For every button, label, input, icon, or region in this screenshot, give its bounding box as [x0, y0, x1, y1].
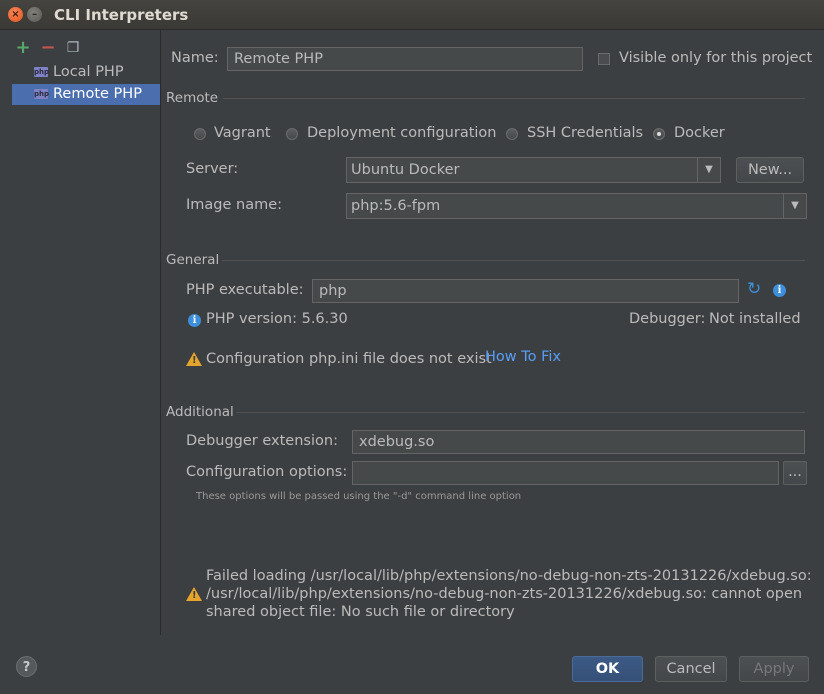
- warning-icon: !: [186, 587, 202, 601]
- warning-icon: !: [186, 352, 202, 366]
- ok-button[interactable]: OK: [572, 656, 643, 682]
- config-warning-text: Configuration php.ini file does not exis…: [206, 351, 492, 367]
- config-options-label: Configuration options:: [186, 464, 348, 480]
- debugger-label: Debugger:: [629, 311, 706, 327]
- general-separator: [222, 260, 805, 261]
- title-bar: × – CLI Interpreters: [0, 0, 824, 30]
- visible-only-checkbox[interactable]: [598, 53, 610, 65]
- info-icon: i: [188, 314, 201, 327]
- ssh-radio[interactable]: [506, 128, 518, 140]
- close-window-icon[interactable]: ×: [8, 7, 23, 22]
- deployment-radio[interactable]: [286, 128, 298, 140]
- vagrant-radio[interactable]: [194, 128, 206, 140]
- tree-item-remote-php[interactable]: php Remote PHP: [12, 84, 160, 105]
- tree-item-label: Remote PHP: [53, 86, 142, 102]
- how-to-fix-link[interactable]: How To Fix: [485, 349, 561, 365]
- remote-section-title: Remote: [166, 90, 219, 106]
- server-label: Server:: [186, 161, 239, 177]
- help-button[interactable]: ?: [16, 656, 37, 677]
- php-executable-input[interactable]: php: [312, 279, 739, 303]
- php-executable-label: PHP executable:: [186, 282, 304, 298]
- chevron-down-icon: ▼: [783, 194, 806, 218]
- apply-button[interactable]: Apply: [739, 656, 809, 682]
- window-title: CLI Interpreters: [54, 6, 189, 24]
- new-server-button[interactable]: New...: [736, 157, 804, 183]
- additional-separator: [236, 412, 805, 413]
- image-name-value: php:5.6-fpm: [351, 198, 441, 214]
- name-input[interactable]: Remote PHP: [227, 47, 583, 71]
- ssh-label[interactable]: SSH Credentials: [527, 125, 643, 141]
- general-section-title: General: [166, 252, 220, 268]
- server-select[interactable]: Ubuntu Docker ▼: [346, 157, 721, 183]
- image-name-label: Image name:: [186, 197, 283, 213]
- php-version-text: PHP version: 5.6.30: [206, 311, 348, 327]
- debugger-extension-label: Debugger extension:: [186, 433, 338, 449]
- error-line-2: /usr/local/lib/php/extensions/no-debug-n…: [206, 586, 803, 602]
- name-label: Name:: [171, 50, 219, 66]
- tree-item-local-php[interactable]: php Local PHP: [12, 62, 160, 83]
- tree-item-label: Local PHP: [53, 64, 124, 80]
- minimize-window-icon[interactable]: –: [27, 7, 42, 22]
- interpreter-list-panel: + − ❐ php Local PHP php Remote PHP: [0, 30, 161, 635]
- error-line-1: Failed loading /usr/local/lib/php/extens…: [206, 568, 812, 584]
- debugger-status: Not installed: [709, 311, 801, 327]
- add-icon[interactable]: +: [14, 39, 32, 57]
- expand-options-button[interactable]: ...: [783, 461, 807, 485]
- config-options-input[interactable]: [352, 461, 779, 485]
- remove-icon[interactable]: −: [39, 39, 57, 57]
- vagrant-label[interactable]: Vagrant: [214, 125, 271, 141]
- copy-icon[interactable]: ❐: [64, 40, 82, 56]
- deployment-label[interactable]: Deployment configuration: [307, 125, 496, 141]
- options-hint-text: These options will be passed using the "…: [196, 491, 522, 502]
- info-icon[interactable]: i: [773, 284, 786, 297]
- additional-section-title: Additional: [166, 404, 234, 420]
- visible-only-label[interactable]: Visible only for this project: [619, 50, 812, 66]
- refresh-icon[interactable]: ↻: [747, 281, 761, 298]
- server-value: Ubuntu Docker: [351, 162, 460, 178]
- chevron-down-icon: ▼: [697, 158, 720, 182]
- remote-separator: [223, 98, 805, 99]
- php-icon: php: [34, 67, 50, 77]
- docker-label[interactable]: Docker: [674, 125, 725, 141]
- docker-radio[interactable]: [653, 128, 665, 140]
- error-line-3: shared object file: No such file or dire…: [206, 604, 515, 620]
- cancel-button[interactable]: Cancel: [655, 656, 727, 682]
- php-remote-icon: php: [34, 89, 50, 99]
- debugger-extension-input[interactable]: xdebug.so: [352, 430, 805, 454]
- image-name-select[interactable]: php:5.6-fpm ▼: [346, 193, 807, 219]
